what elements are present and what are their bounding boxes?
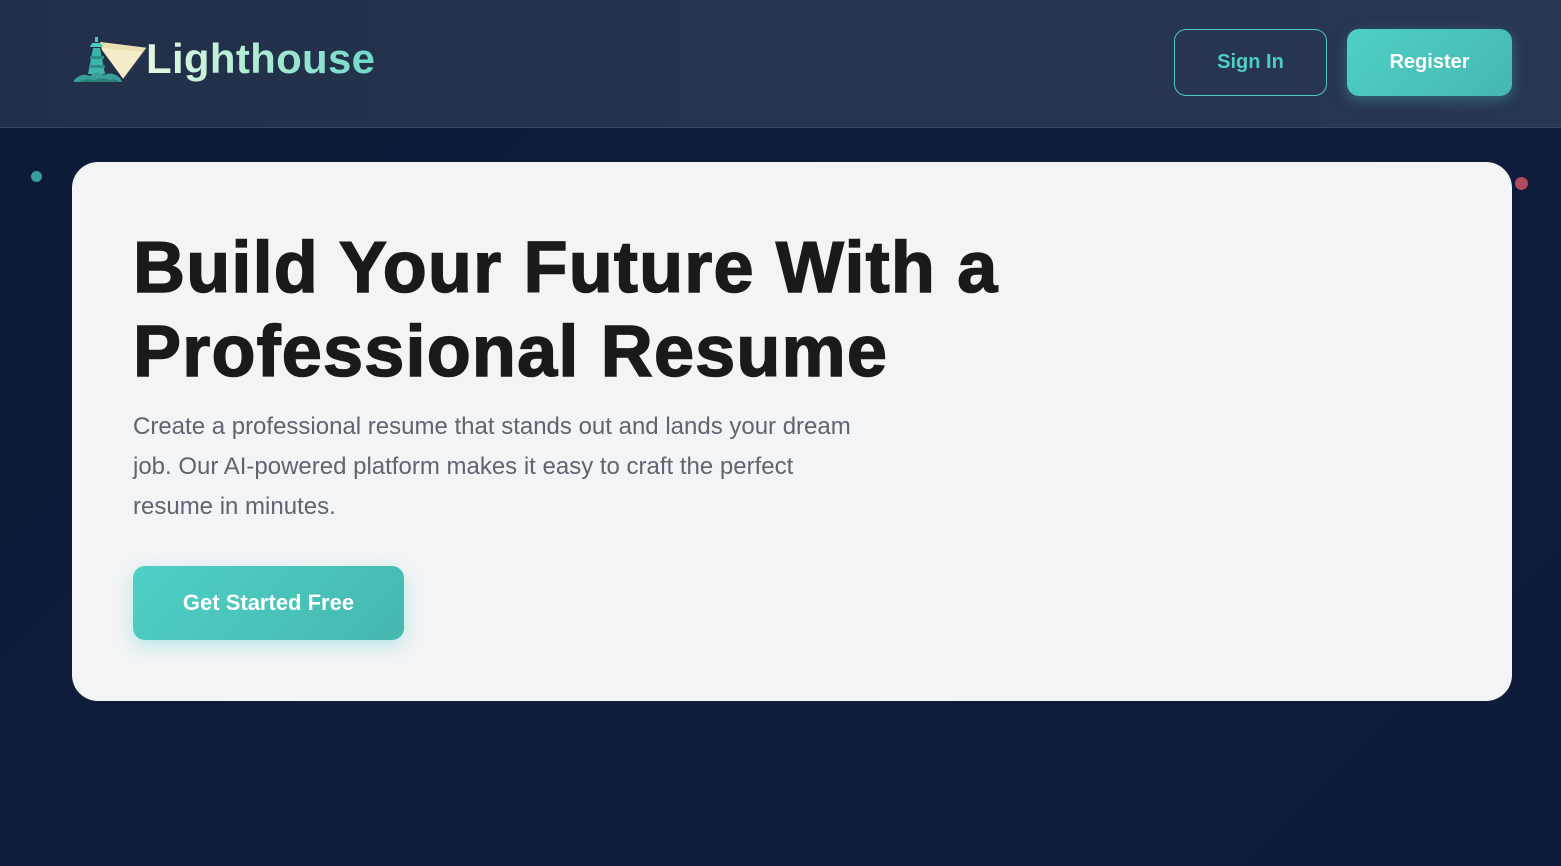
get-started-button[interactable]: Get Started Free (133, 566, 404, 640)
hero-title-line-1: Build Your Future With a (132, 227, 999, 309)
decorative-dot-teal (31, 171, 42, 182)
hero-description: Create a professional resume that stands… (133, 413, 851, 520)
logo-text: Lighthouse (146, 35, 376, 82)
sign-in-button[interactable]: Sign In (1174, 29, 1327, 96)
hero-card: Build Your Future With a Professional Re… (72, 162, 1512, 701)
hero-title-line-2: Professional Resume (132, 311, 889, 393)
lighthouse-icon (74, 37, 148, 82)
top-navbar: Lighthouse Sign In Register (0, 0, 1561, 128)
hero-title: Build Your Future With a Professional Re… (132, 226, 1233, 394)
register-button[interactable]: Register (1347, 29, 1512, 96)
decorative-dot-red (1515, 177, 1528, 190)
logo[interactable]: Lighthouse (72, 32, 375, 88)
